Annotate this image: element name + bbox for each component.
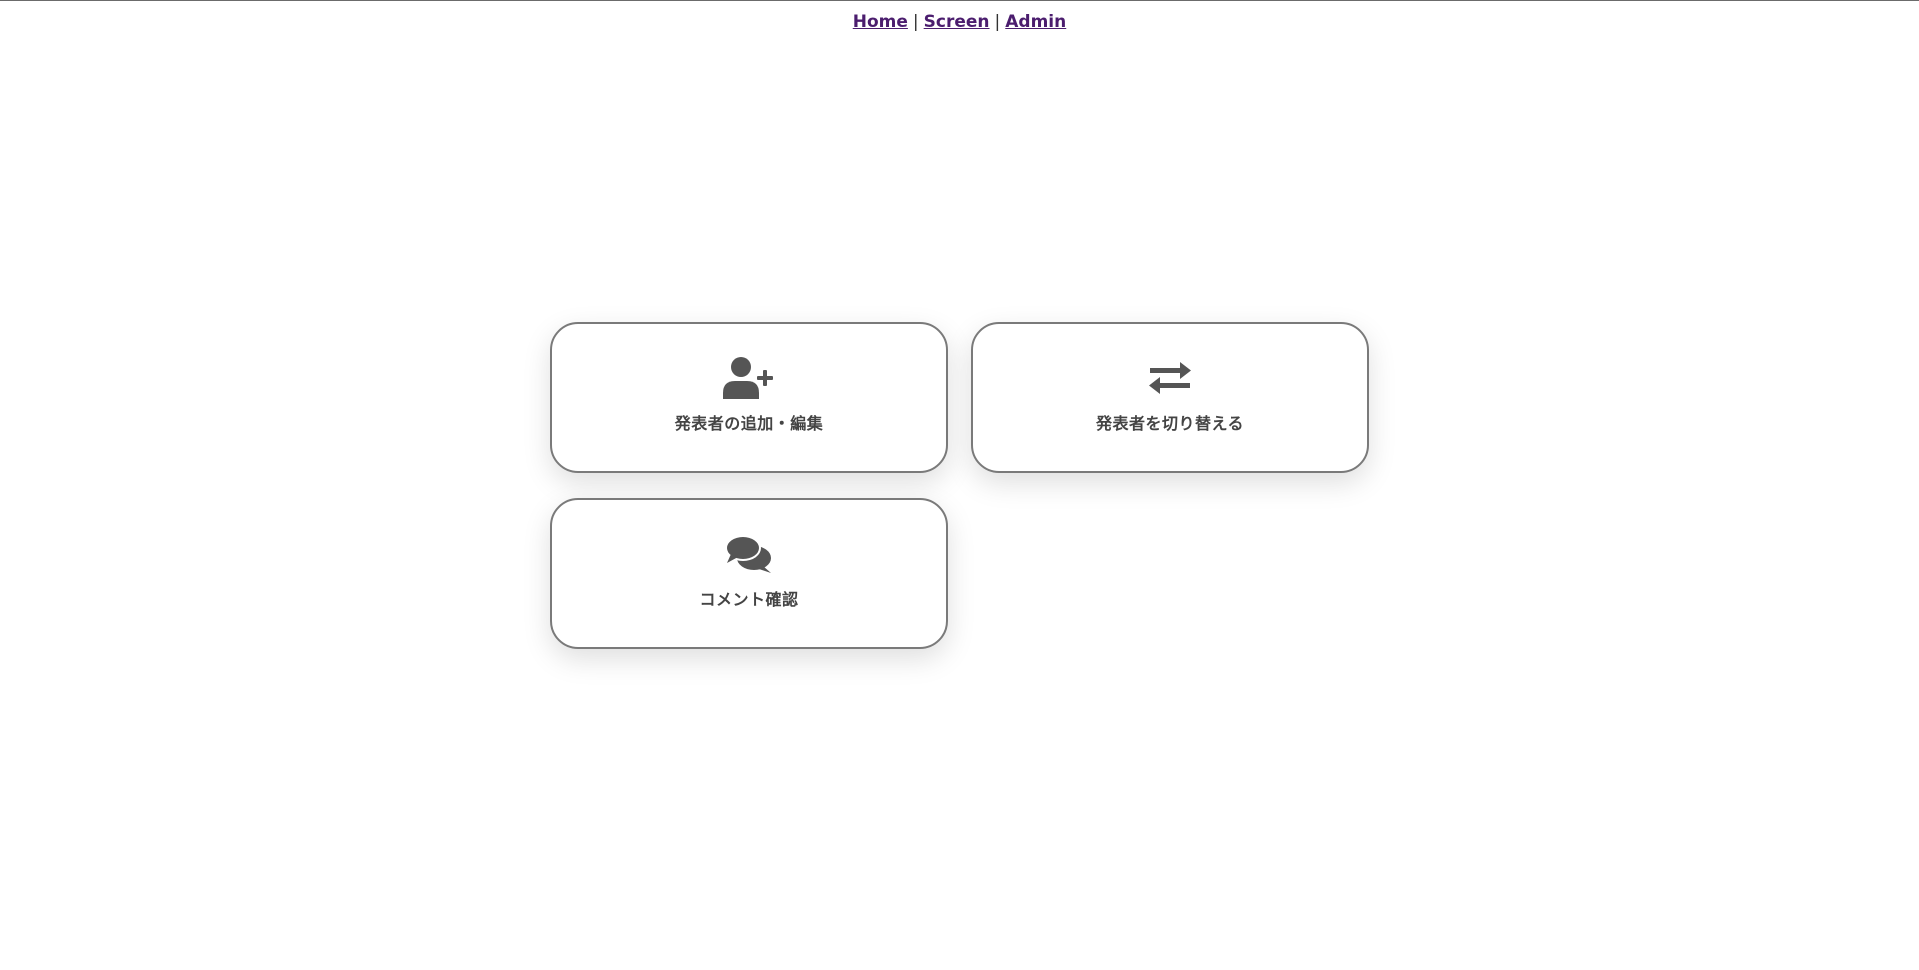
- user-plus-icon: [552, 356, 946, 400]
- switch-presenter-button[interactable]: 発表者を切り替える: [971, 322, 1369, 473]
- card-label: コメント確認: [699, 590, 799, 609]
- top-nav: Home | Screen | Admin: [0, 11, 1919, 33]
- card-label: 発表者を切り替える: [1095, 414, 1245, 433]
- comments-icon: [552, 532, 946, 576]
- card-label: 発表者の追加・編集: [674, 414, 824, 433]
- nav-link-home[interactable]: Home: [853, 12, 908, 32]
- nav-separator: |: [912, 12, 919, 32]
- nav-link-screen[interactable]: Screen: [924, 12, 990, 32]
- top-border-line: [0, 0, 1919, 1]
- nav-separator: |: [994, 12, 1001, 32]
- add-edit-presenter-button[interactable]: 発表者の追加・編集: [550, 322, 948, 473]
- nav-link-admin[interactable]: Admin: [1005, 12, 1066, 32]
- check-comments-button[interactable]: コメント確認: [550, 498, 948, 649]
- exchange-arrows-icon: [973, 356, 1367, 400]
